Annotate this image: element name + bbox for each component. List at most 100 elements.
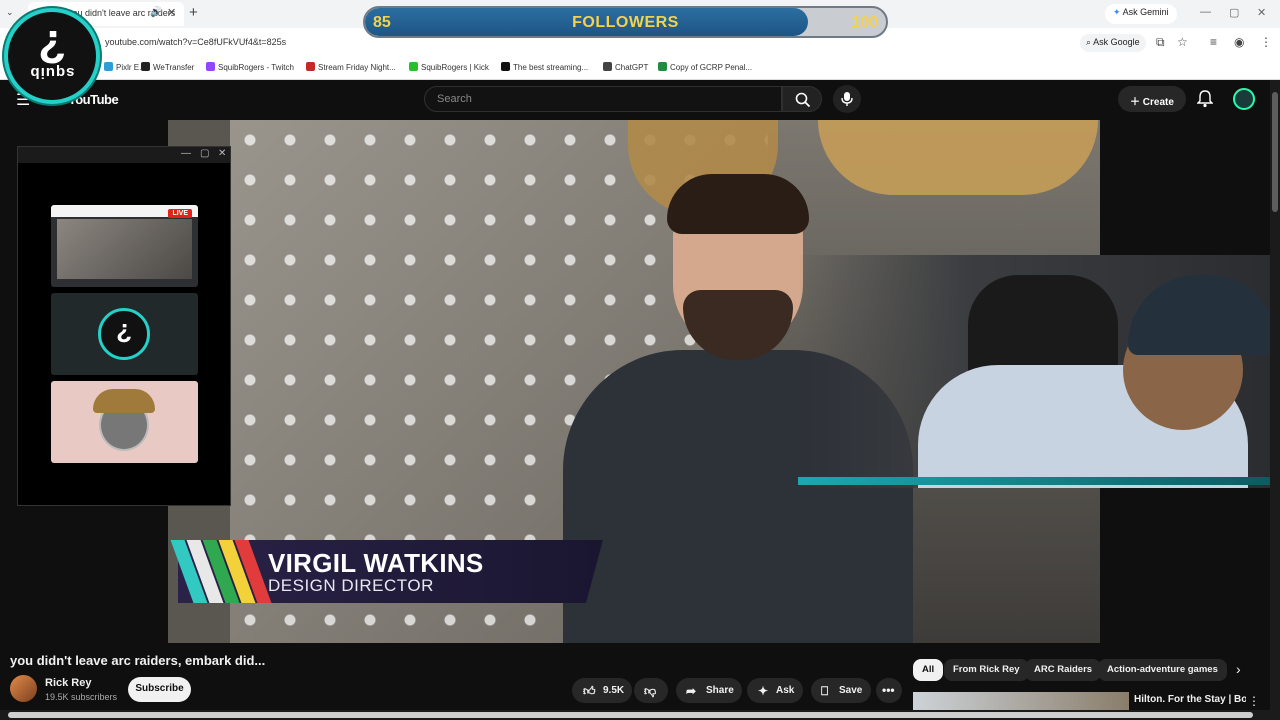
ask-gemini-button[interactable]: ✦ Ask Gemini [1105, 4, 1177, 24]
bookmark-item[interactable]: Copy of GCRP Penal... [658, 62, 752, 72]
avatar-hat [93, 389, 155, 413]
bookmark-favicon-icon [141, 62, 150, 71]
bookmark-star-icon[interactable]: ☆ [1177, 35, 1188, 49]
bookmark-label: Copy of GCRP Penal... [670, 63, 753, 72]
chip-all[interactable]: All [913, 659, 944, 681]
lower-third-role: DESIGN DIRECTOR [268, 576, 434, 595]
sparkle-icon: ✦ [758, 684, 769, 698]
plus-icon: ＋ [1130, 97, 1143, 108]
bookmark-label: Stream Friday Night... [318, 63, 396, 72]
bookmark-label: ChatGPT [615, 63, 649, 72]
followers-goal-bar: FOLLOWERS 85 100 [363, 6, 888, 38]
followers-label: FOLLOWERS [572, 14, 679, 31]
video-title: you didn't leave arc raiders, embark did… [10, 653, 266, 668]
lower-third-name: VIRGIL WATKINS [268, 548, 484, 578]
chip-from-channel[interactable]: From Rick Rey [944, 659, 1029, 681]
bookmark-item[interactable]: ChatGPT [603, 62, 648, 72]
bookmarks-bar: Pixlr E... WeTransfer SquibRogers - Twit… [0, 56, 1280, 80]
bookmark-item[interactable]: Pixlr E... [104, 62, 146, 72]
scrollbar-thumb[interactable] [1272, 92, 1278, 212]
search-icon [795, 92, 811, 108]
bookmark-item[interactable]: Stream Friday Night... [306, 62, 396, 72]
horizontal-scrollbar-thumb[interactable] [8, 712, 1253, 718]
tab-audio-icon[interactable]: 🔊 [150, 7, 162, 18]
speaker-hair [667, 174, 809, 234]
browser-menu-icon[interactable]: ⋮ [1260, 35, 1272, 49]
ask-google-button[interactable]: ⌕ Ask Google [1080, 34, 1146, 52]
account-avatar[interactable] [1233, 88, 1255, 110]
ask-google-label: Ask Google [1093, 37, 1140, 47]
install-app-icon[interactable]: ⧉ [1156, 35, 1165, 50]
share-icon: ➦ [686, 684, 697, 698]
chevron-right-icon[interactable]: › [1236, 661, 1241, 677]
streamer-webcam [798, 255, 1278, 488]
live-badge: LIVE [168, 209, 192, 218]
preview-minimize-button[interactable]: — [181, 148, 191, 159]
bookmark-item[interactable]: WeTransfer [141, 62, 194, 72]
preview-titlebar: — ▢ ✕ [18, 147, 230, 163]
thumbs-down-icon: 👎︎ [644, 684, 657, 698]
lens-icon: ⌕ [1086, 37, 1092, 47]
thumbs-up-icon: 👍︎ [583, 684, 596, 698]
bookmark-label: SquibRogers - Twitch [218, 63, 294, 72]
followers-current: 85 [373, 14, 391, 31]
bookmark-favicon-icon [501, 62, 510, 71]
logo-glyph: ? [116, 318, 132, 348]
channel-name[interactable]: Rick Rey [45, 677, 91, 689]
more-vertical-icon[interactable]: ⋮ [1248, 694, 1260, 708]
bookmark-item[interactable]: SquibRogers - Twitch [206, 62, 294, 72]
followers-goal: 100 [851, 14, 878, 31]
bookmark-favicon-icon [306, 62, 315, 71]
chip-arc-raiders[interactable]: ARC Raiders [1025, 659, 1102, 681]
bookmark-label: WeTransfer [153, 63, 195, 72]
logo-text: squib [29, 64, 75, 81]
more-actions-button[interactable]: ••• [876, 678, 902, 703]
voice-search-button[interactable] [833, 85, 861, 113]
notifications-bell-icon[interactable] [1197, 90, 1213, 108]
new-tab-button[interactable]: + [189, 4, 198, 21]
create-label: Create [1142, 97, 1174, 108]
url-field[interactable]: youtube.com/watch?v=Ce8fUFkVUf4&t=825s [105, 37, 286, 47]
close-window-button[interactable]: ✕ [1257, 6, 1266, 19]
webcam-frame-border [798, 477, 1278, 485]
share-button[interactable]: ➦ Share [676, 678, 742, 703]
horizontal-scrollbar[interactable] [0, 710, 1270, 720]
channel-avatar[interactable] [10, 675, 37, 702]
media-controls-icon[interactable]: ≡ [1210, 35, 1217, 49]
minimize-window-button[interactable]: — [1200, 6, 1211, 18]
profile-icon[interactable]: ◉ [1234, 35, 1244, 49]
tab-close-icon[interactable]: ✕ [167, 6, 176, 19]
subscribe-button[interactable]: Subscribe [128, 677, 191, 702]
live-preview-thumbnail[interactable]: LIVE [51, 205, 198, 287]
preview-maximize-button[interactable]: ▢ [200, 148, 209, 159]
share-label: Share [706, 685, 734, 696]
tab-search-icon[interactable]: ⌄ [6, 7, 14, 18]
microphone-icon [841, 92, 853, 106]
preview-close-button[interactable]: ✕ [218, 148, 226, 159]
more-horizontal-icon: ••• [882, 683, 895, 697]
ask-button[interactable]: ✦ Ask [747, 678, 803, 703]
lower-third-caption: VIRGIL WATKINS DESIGN DIRECTOR [170, 540, 603, 603]
ask-gemini-label: Ask Gemini [1122, 7, 1169, 17]
thumb-video [57, 219, 192, 279]
ask-label: Ask [776, 685, 795, 696]
dislike-button[interactable]: 👎︎ [634, 678, 668, 703]
save-button[interactable]: ⎕ Save [811, 678, 871, 703]
vertical-scrollbar[interactable] [1270, 80, 1280, 720]
avatar-preview-thumbnail[interactable] [51, 381, 198, 463]
bookmark-favicon-icon [658, 62, 667, 71]
bookmark-item[interactable]: SquibRogers | Kick [409, 62, 489, 72]
like-button[interactable]: 👍︎ 9.5K [572, 678, 632, 703]
bookmark-favicon-icon [206, 62, 215, 71]
logo-preview-thumbnail[interactable]: ? [51, 293, 198, 375]
recommended-video-title[interactable]: Hilton. For the Stay | Book [1134, 694, 1246, 705]
create-button[interactable]: ＋ Create [1118, 86, 1186, 112]
search-button[interactable] [782, 86, 822, 112]
save-label: Save [839, 685, 863, 696]
chip-action-adventure[interactable]: Action-adventure games [1098, 659, 1227, 681]
gemini-icon: ✦ [1113, 7, 1121, 17]
maximize-window-button[interactable]: ▢ [1229, 6, 1239, 19]
logo-ring-icon: ? [98, 308, 150, 360]
search-input[interactable]: Search [424, 86, 782, 112]
bookmark-item[interactable]: The best streaming... [501, 62, 588, 72]
